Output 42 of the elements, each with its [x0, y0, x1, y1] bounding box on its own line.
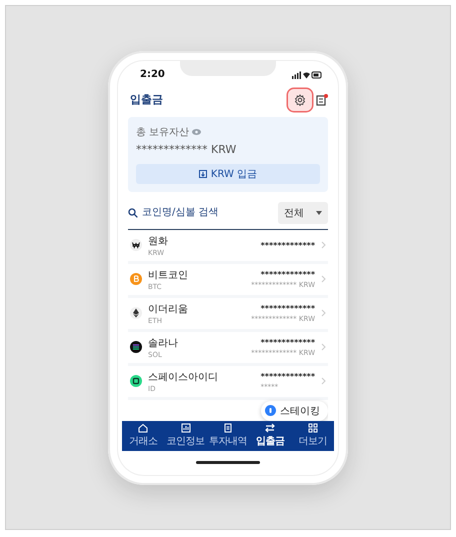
coin-balance: *************: [260, 304, 315, 312]
search-icon: [128, 208, 138, 218]
nav-tab[interactable]: 코인정보: [164, 420, 207, 450]
coin-name: 이더리움: [148, 302, 189, 316]
coin-name: 스페이스아이디: [148, 370, 219, 384]
coin-balance: *************: [260, 338, 315, 346]
settings-button[interactable]: [288, 88, 312, 110]
search-field[interactable]: 코인명/심볼 검색: [128, 207, 232, 218]
swap-icon: [265, 423, 276, 433]
coin-name: 원화: [148, 234, 169, 248]
chevron-icon: [321, 343, 326, 351]
deposit-button[interactable]: KRW 입금: [136, 164, 320, 184]
nav-tab[interactable]: 더보기: [292, 420, 334, 450]
caret-icon: [316, 210, 322, 214]
receipt-icon[interactable]: [316, 94, 328, 106]
home-indicator: [196, 461, 260, 464]
nav-tab[interactable]: 입출금: [249, 420, 292, 450]
assets-amount: ************* KRW: [136, 142, 238, 156]
chevron-icon: [321, 241, 326, 249]
coin-balance: *************: [260, 270, 315, 278]
status-time: 2:20: [140, 69, 165, 80]
chart-icon: [180, 423, 191, 433]
chevron-icon: [321, 309, 326, 317]
grid-icon: [308, 423, 318, 433]
coin-name: 비트코인: [148, 268, 189, 282]
chevron-icon: [321, 275, 326, 283]
document-icon: [223, 423, 234, 433]
nav-tab[interactable]: 거래소: [122, 420, 164, 450]
status-icons: [292, 70, 322, 78]
settings-icon: [294, 94, 306, 106]
coin-stack-icon: [265, 405, 276, 416]
coin-balance: *************: [260, 240, 315, 250]
assets-label: 총 보유자산: [136, 126, 190, 138]
chevron-icon: [321, 377, 326, 385]
page-title: 입출금: [130, 92, 163, 107]
deposit-icon: [198, 170, 207, 178]
filter-dropdown[interactable]: 전체: [278, 202, 328, 224]
nav-tab[interactable]: 투자내역: [206, 420, 250, 450]
home-icon: [138, 423, 148, 433]
coin-balance: *************: [260, 372, 315, 380]
coin-name: 솔라나: [148, 336, 179, 350]
staking-button[interactable]: 스테이킹: [261, 400, 328, 420]
